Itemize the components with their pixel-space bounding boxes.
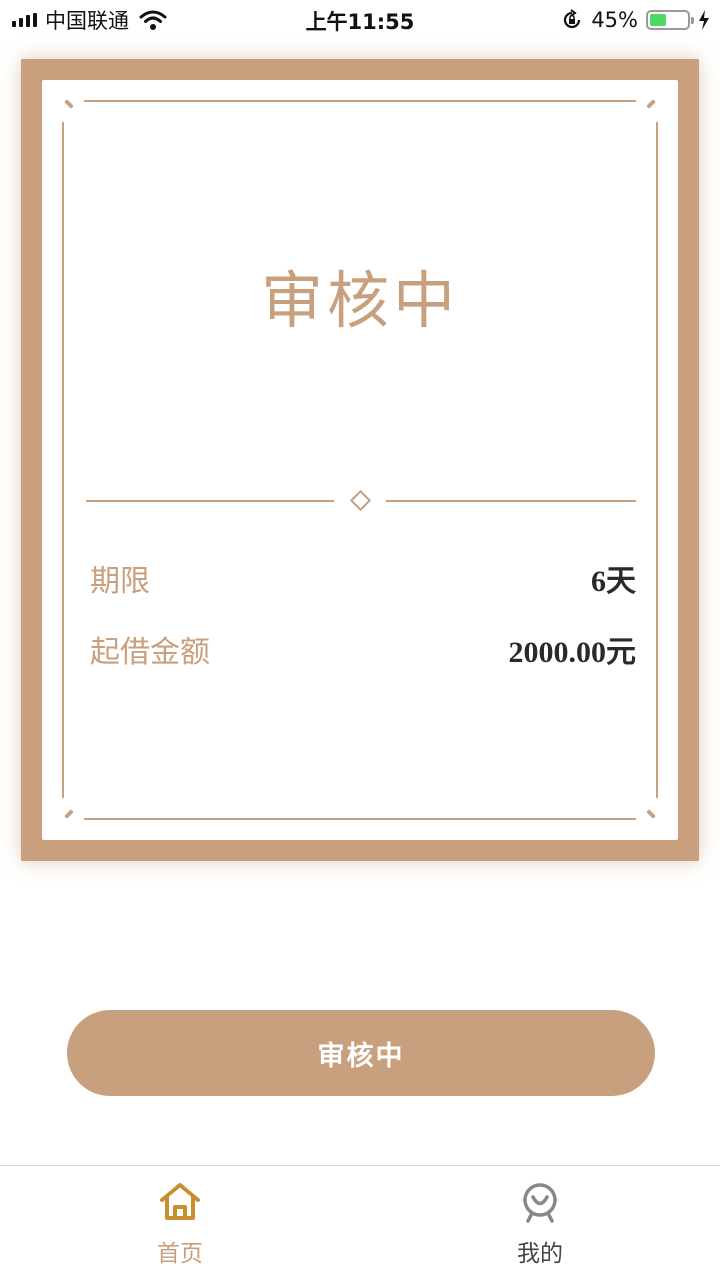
battery-percent: 45%: [591, 8, 638, 32]
battery-icon: [646, 10, 694, 30]
tab-mine[interactable]: 我的: [360, 1166, 720, 1280]
decorative-border-left: [62, 122, 64, 798]
status-card: 审核中 期限 6天 起借金额 2000.00元: [21, 59, 699, 861]
decorative-border-top: [84, 100, 636, 102]
corner-ornament: [646, 809, 656, 819]
under-review-button[interactable]: 审核中: [67, 1010, 655, 1096]
rotation-lock-icon: [564, 9, 581, 29]
tab-mine-label: 我的: [517, 1241, 563, 1267]
corner-ornament: [646, 99, 656, 109]
divider-line: [86, 500, 334, 502]
term-row: 期限 6天: [90, 556, 636, 600]
status-card-inner: 审核中 期限 6天 起借金额 2000.00元: [42, 80, 678, 840]
status-right: 45%: [561, 6, 710, 34]
tab-bar: 首页 我的: [0, 1165, 720, 1280]
corner-ornament: [64, 809, 74, 819]
loan-amount-value: 2000.00元: [508, 636, 637, 669]
status-bar: 中国联通 上午11:55 45%: [0, 0, 720, 40]
loan-amount-row: 起借金额 2000.00元: [90, 627, 636, 671]
loan-amount-label: 起借金额: [90, 635, 210, 670]
diamond-ornament: [349, 489, 372, 512]
term-value: 6天: [591, 565, 636, 598]
profile-icon: [523, 1183, 557, 1223]
decorative-border-right: [656, 122, 658, 798]
battery-fill: [650, 14, 667, 26]
corner-ornament: [64, 99, 74, 109]
home-icon: [160, 1183, 200, 1220]
term-label: 期限: [90, 564, 150, 599]
tab-home[interactable]: 首页: [0, 1166, 360, 1280]
divider-line: [386, 500, 636, 502]
review-status-title: 审核中: [260, 264, 459, 337]
decorative-border-bottom: [84, 818, 636, 820]
tab-home-label: 首页: [157, 1241, 203, 1267]
charging-icon: [699, 10, 709, 30]
